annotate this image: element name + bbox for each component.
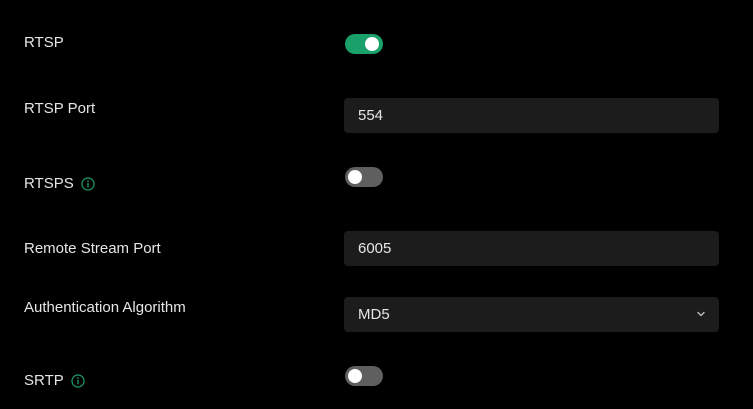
- info-icon[interactable]: [71, 373, 85, 388]
- rtsp-port-input[interactable]: 554: [344, 98, 719, 133]
- remote-stream-port-value: 6005: [358, 240, 392, 257]
- rtsps-label: RTSPS: [24, 175, 95, 192]
- auth-algorithm-value: MD5: [358, 306, 390, 323]
- toggle-knob: [365, 37, 379, 51]
- srtp-label: SRTP: [24, 372, 85, 389]
- srtp-toggle[interactable]: [345, 366, 383, 386]
- streaming-settings-panel: RTSP RTSP Port 554 RTSPS Remote Stream P…: [8, 8, 745, 408]
- remote-stream-port-label-text: Remote Stream Port: [24, 240, 161, 257]
- rtsp-port-label: RTSP Port: [24, 100, 95, 117]
- auth-algorithm-select[interactable]: MD5: [344, 297, 719, 332]
- rtsp-port-value: 554: [358, 107, 384, 124]
- rtsps-toggle[interactable]: [345, 167, 383, 187]
- chevron-down-icon: [697, 311, 705, 317]
- rtsp-label-text: RTSP: [24, 34, 64, 51]
- srtp-label-text: SRTP: [24, 372, 64, 389]
- rtsps-label-text: RTSPS: [24, 175, 74, 192]
- toggle-knob: [348, 369, 362, 383]
- info-icon[interactable]: [81, 176, 95, 191]
- remote-stream-port-input[interactable]: 6005: [344, 231, 719, 266]
- toggle-knob: [348, 170, 362, 184]
- rtsp-label: RTSP: [24, 34, 64, 51]
- remote-stream-port-label: Remote Stream Port: [24, 240, 161, 257]
- rtsp-toggle[interactable]: [345, 34, 383, 54]
- rtsp-port-label-text: RTSP Port: [24, 100, 96, 117]
- auth-algorithm-label-text: Authentication Algorithm: [24, 299, 186, 316]
- auth-algorithm-label: Authentication Algorithm: [24, 299, 186, 316]
